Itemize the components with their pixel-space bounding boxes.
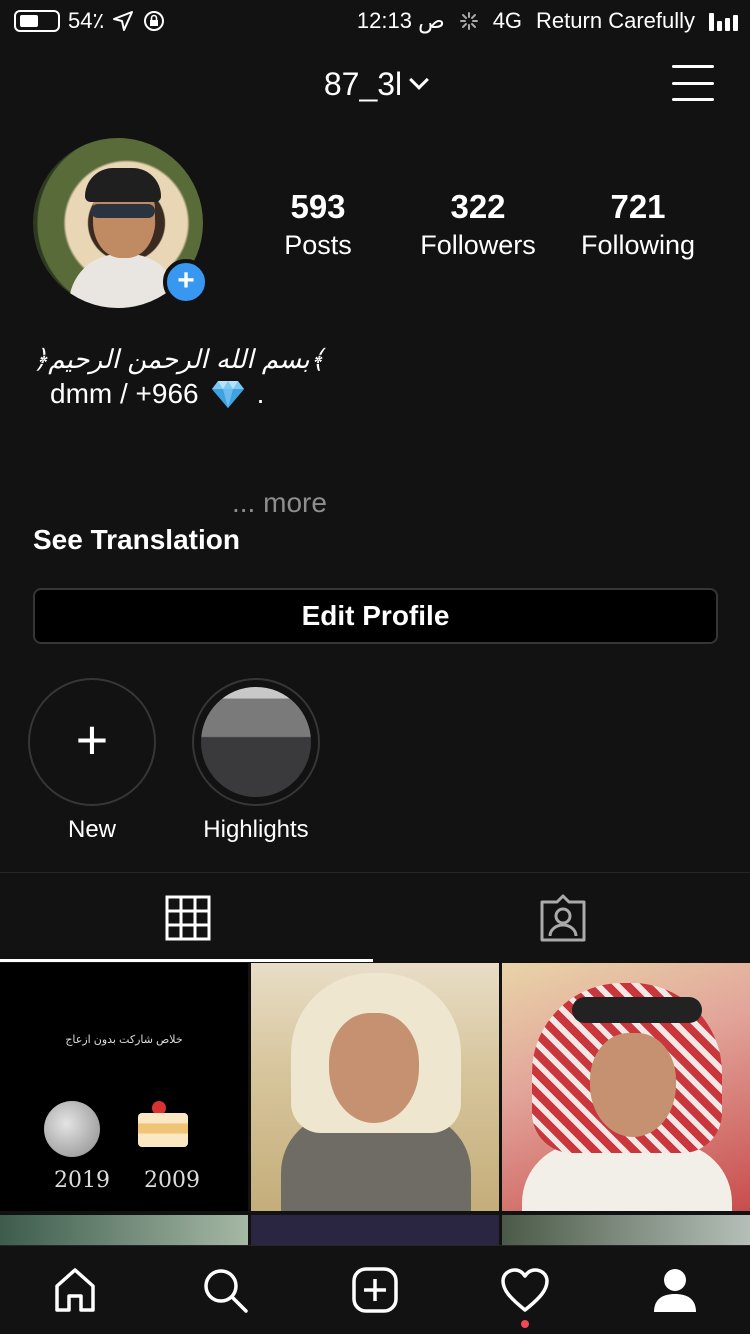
highlight-cover-image xyxy=(201,687,311,797)
profile-icon xyxy=(654,1269,696,1312)
posts-count: 593 xyxy=(290,188,346,225)
gem-emoji-icon xyxy=(211,381,244,408)
carrier-name: Return Carefully xyxy=(536,8,695,33)
nav-profile[interactable] xyxy=(645,1262,705,1318)
username-label: 87_3l xyxy=(323,66,403,102)
nav-home[interactable] xyxy=(45,1262,105,1318)
stat-followers[interactable]: 322 Followers xyxy=(398,188,558,261)
profile-stats: 593 Posts 322 Followers 721 Following xyxy=(238,188,718,261)
activity-heart-icon xyxy=(501,1268,549,1312)
highlight-cover-ring xyxy=(192,678,320,806)
post-figure-agal xyxy=(572,997,702,1023)
edit-profile-button[interactable]: Edit Profile xyxy=(33,588,718,644)
activity-notification-dot xyxy=(521,1320,529,1328)
highlight-label-new: New xyxy=(67,816,116,843)
tab-grid[interactable] xyxy=(0,873,375,963)
nav-new-post[interactable] xyxy=(345,1262,405,1318)
posts-grid: خلاص شاركت بدون ازعاج 2019 2009 xyxy=(0,963,750,1245)
post-thumbnail[interactable] xyxy=(251,1215,499,1245)
new-post-icon xyxy=(352,1267,398,1313)
profile-tabs xyxy=(0,872,750,962)
battery-icon xyxy=(14,10,60,32)
post-thumbnail[interactable] xyxy=(502,1215,750,1245)
followers-count: 322 xyxy=(450,188,506,225)
battery-percent: 54٪ xyxy=(68,8,105,33)
menu-hamburger-icon[interactable] xyxy=(672,65,714,101)
bio-arabic-line: ﴿بسم الله الرحمن الرحيم﴾ xyxy=(33,345,325,375)
post-thumbnail[interactable] xyxy=(251,963,499,1211)
profile-header: 87_3l xyxy=(0,60,750,110)
cake-graphic xyxy=(138,1113,188,1147)
bottom-navigation xyxy=(0,1245,750,1334)
post-figure-robe xyxy=(522,1143,732,1211)
tab-tagged[interactable] xyxy=(375,873,750,963)
chevron-down-icon xyxy=(409,70,430,90)
add-story-button[interactable]: + xyxy=(163,259,209,305)
highlight-new[interactable]: + New xyxy=(27,678,157,844)
following-count: 721 xyxy=(610,188,666,225)
status-bar: 54٪ 12:13 ص 4G Return Carefully xyxy=(0,0,750,42)
home-icon xyxy=(55,1268,95,1312)
activity-spinner-icon xyxy=(459,12,478,30)
posts-label: Posts xyxy=(284,230,352,260)
tagged-icon xyxy=(540,894,585,942)
bio-line: dmm / +966 . xyxy=(50,378,264,410)
nav-search[interactable] xyxy=(195,1262,255,1318)
signal-bars-icon xyxy=(709,11,738,31)
post-figure-face xyxy=(590,1033,676,1137)
status-time: 12:13 ص xyxy=(356,8,445,33)
post-thumbnail[interactable] xyxy=(0,1215,248,1245)
nav-activity[interactable] xyxy=(495,1262,555,1318)
plus-icon: + xyxy=(75,708,109,771)
post-thumbnail[interactable]: خلاص شاركت بدون ازعاج 2019 2009 xyxy=(0,963,248,1211)
active-tab-indicator xyxy=(0,959,373,962)
stat-posts[interactable]: 593 Posts xyxy=(238,188,398,261)
location-arrow-icon xyxy=(113,11,134,31)
post-year-right: 2009 xyxy=(144,1168,200,1193)
network-type: 4G xyxy=(492,8,523,33)
moon-graphic xyxy=(44,1101,100,1157)
orientation-lock-icon xyxy=(144,11,165,31)
following-label: Following xyxy=(580,230,696,260)
post-year-left: 2019 xyxy=(54,1168,110,1193)
post-thumbnail[interactable] xyxy=(502,963,750,1211)
account-switcher[interactable]: 87_3l xyxy=(0,66,750,103)
stat-following[interactable]: 721 Following xyxy=(558,188,718,261)
grid-icon xyxy=(165,895,210,941)
more-link[interactable]: ... more xyxy=(232,487,327,519)
post-caption-overlay: خلاص شاركت بدون ازعاج xyxy=(65,1034,183,1046)
followers-label: Followers xyxy=(420,230,536,260)
see-translation-link[interactable]: See Translation xyxy=(33,524,240,556)
plus-icon: + xyxy=(177,264,195,297)
new-highlight-circle: + xyxy=(28,678,156,806)
search-icon xyxy=(204,1269,248,1313)
bio-text: dmm / +966 xyxy=(50,378,199,409)
highlight-highlights[interactable]: Highlights xyxy=(191,678,321,844)
bio-trailing: . xyxy=(256,378,265,409)
post-figure-face xyxy=(329,1013,419,1123)
highlight-label-highlights: Highlights xyxy=(203,816,309,843)
